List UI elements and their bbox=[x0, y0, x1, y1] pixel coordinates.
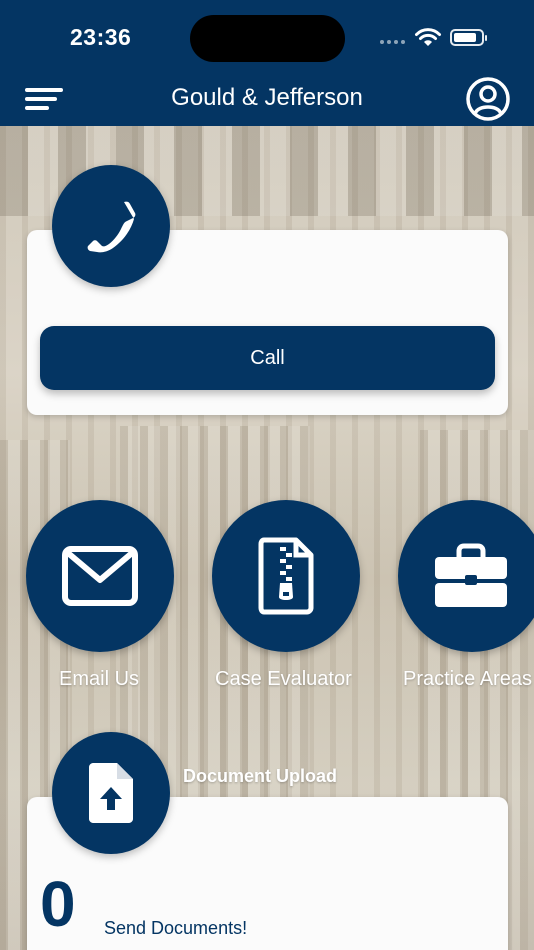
practice-areas-button[interactable] bbox=[398, 500, 534, 652]
status-bar: 23:36 bbox=[0, 0, 534, 72]
case-evaluator-button[interactable] bbox=[212, 500, 360, 652]
practice-areas-label: Practice Areas bbox=[403, 668, 532, 690]
app-title: Gould & Jefferson bbox=[171, 84, 363, 111]
envelope-icon bbox=[62, 546, 138, 606]
file-upload-icon bbox=[89, 763, 133, 823]
email-us-button[interactable] bbox=[26, 500, 174, 652]
user-circle-icon[interactable] bbox=[465, 76, 511, 122]
document-count: 0 bbox=[40, 868, 76, 940]
phone-badge bbox=[52, 165, 170, 287]
signal-icon bbox=[380, 40, 405, 44]
battery-icon bbox=[450, 29, 487, 46]
zip-file-icon bbox=[258, 537, 314, 615]
send-documents-label[interactable]: Send Documents! bbox=[104, 918, 247, 939]
case-evaluator-label: Case Evaluator bbox=[215, 668, 352, 690]
email-us-label: Email Us bbox=[59, 668, 140, 690]
navigation-bar: Gould & Jefferson bbox=[0, 72, 534, 126]
document-upload-badge bbox=[52, 732, 170, 854]
dynamic-island bbox=[190, 15, 345, 62]
status-time: 23:36 bbox=[70, 24, 132, 50]
document-upload-title: Document Upload bbox=[183, 766, 338, 786]
wifi-icon bbox=[415, 28, 441, 46]
briefcase-icon bbox=[435, 543, 507, 607]
phone-icon bbox=[87, 201, 136, 253]
call-button[interactable]: Call bbox=[40, 326, 495, 390]
